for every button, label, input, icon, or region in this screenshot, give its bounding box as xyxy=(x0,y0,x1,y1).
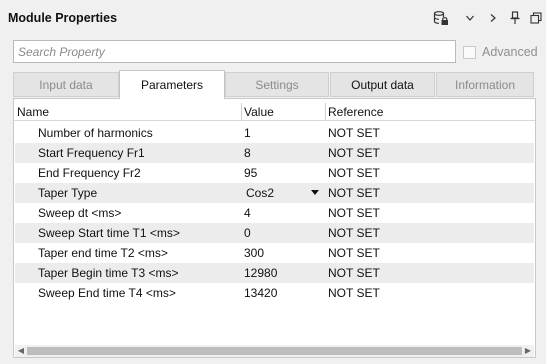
scroll-left-icon[interactable]: ◀ xyxy=(15,345,27,357)
property-name: Sweep Start time T1 <ms> xyxy=(38,226,180,240)
property-row[interactable]: Sweep Start time T1 <ms> 0 NOT SET xyxy=(15,223,534,243)
search-input[interactable] xyxy=(13,40,456,63)
advanced-label: Advanced xyxy=(482,45,538,59)
tab-settings[interactable]: Settings xyxy=(225,72,329,97)
property-reference[interactable]: NOT SET xyxy=(328,243,380,263)
property-reference[interactable]: NOT SET xyxy=(328,143,380,163)
column-header-name[interactable]: Name xyxy=(17,103,49,121)
tab-information[interactable]: Information xyxy=(436,72,534,97)
database-lock-icon[interactable] xyxy=(432,9,450,27)
tab-input-data[interactable]: Input data xyxy=(13,72,119,97)
property-row[interactable]: Taper Begin time T3 <ms> 12980 NOT SET xyxy=(15,263,534,283)
restore-window-icon[interactable] xyxy=(527,9,545,27)
tab-parameters[interactable]: Parameters xyxy=(119,70,225,99)
property-name: Start Frequency Fr1 xyxy=(38,146,145,160)
property-row[interactable]: Number of harmonics 1 NOT SET xyxy=(15,123,534,143)
property-reference[interactable]: NOT SET xyxy=(328,223,380,243)
property-reference[interactable]: NOT SET xyxy=(328,183,380,203)
property-reference[interactable]: NOT SET xyxy=(328,123,380,143)
property-name: Sweep dt <ms> xyxy=(38,206,122,220)
chevron-down-icon[interactable] xyxy=(461,9,479,27)
tab-label: Input data xyxy=(39,77,93,92)
property-reference[interactable]: NOT SET xyxy=(328,163,380,183)
tab-label: Parameters xyxy=(140,78,204,92)
column-divider[interactable] xyxy=(325,103,326,121)
scrollbar-thumb[interactable] xyxy=(27,347,522,355)
panel-titlebar: Module Properties xyxy=(0,0,546,36)
property-reference[interactable]: NOT SET xyxy=(328,203,380,223)
property-value[interactable]: 13420 xyxy=(244,283,277,303)
property-row[interactable]: End Frequency Fr2 95 NOT SET xyxy=(15,163,534,183)
dropdown-arrow-icon[interactable] xyxy=(311,190,319,195)
property-value[interactable]: 8 xyxy=(244,143,251,163)
tab-label: Information xyxy=(454,77,516,92)
property-name: Taper Begin time T3 <ms> xyxy=(38,266,179,280)
property-grid: Name Value Reference Number of harmonics… xyxy=(13,98,536,358)
property-name: Taper Type xyxy=(38,186,98,200)
tab-output-data[interactable]: Output data xyxy=(330,72,435,97)
grid-header: Name Value Reference xyxy=(14,103,535,121)
property-name: Number of harmonics xyxy=(38,126,153,140)
column-divider[interactable] xyxy=(241,103,242,121)
scroll-right-icon[interactable]: ▶ xyxy=(522,345,534,357)
horizontal-scrollbar[interactable]: ◀ ▶ xyxy=(15,345,534,357)
property-row[interactable]: Start Frequency Fr1 8 NOT SET xyxy=(15,143,534,163)
property-name: Sweep End time T4 <ms> xyxy=(38,286,176,300)
taper-type-select[interactable]: Cos2 xyxy=(246,183,274,203)
property-value[interactable]: 300 xyxy=(244,243,264,263)
property-value[interactable]: 4 xyxy=(244,203,251,223)
panel-title: Module Properties xyxy=(8,11,118,25)
property-value[interactable]: 95 xyxy=(244,163,257,183)
search-row: Advanced xyxy=(0,40,546,64)
property-value[interactable]: 1 xyxy=(244,123,251,143)
column-header-reference[interactable]: Reference xyxy=(328,103,383,121)
chevron-right-icon[interactable] xyxy=(484,9,502,27)
property-value[interactable]: 12980 xyxy=(244,263,277,283)
tab-label: Output data xyxy=(351,77,414,92)
column-header-value[interactable]: Value xyxy=(244,103,274,121)
property-row[interactable]: Sweep End time T4 <ms> 13420 NOT SET xyxy=(15,283,534,303)
property-value[interactable]: 0 xyxy=(244,223,251,243)
property-row[interactable]: Taper Type Cos2 NOT SET xyxy=(15,183,534,203)
tab-bar: Input data Parameters Settings Output da… xyxy=(13,70,534,99)
advanced-toggle[interactable]: Advanced xyxy=(463,43,538,61)
property-row[interactable]: Sweep dt <ms> 4 NOT SET xyxy=(15,203,534,223)
property-reference[interactable]: NOT SET xyxy=(328,263,380,283)
property-name: End Frequency Fr2 xyxy=(38,166,141,180)
property-row[interactable]: Taper end time T2 <ms> 300 NOT SET xyxy=(15,243,534,263)
advanced-checkbox[interactable] xyxy=(463,45,476,59)
pin-icon[interactable] xyxy=(506,9,524,27)
property-name: Taper end time T2 <ms> xyxy=(38,246,168,260)
tab-label: Settings xyxy=(255,77,299,92)
property-reference[interactable]: NOT SET xyxy=(328,283,380,303)
